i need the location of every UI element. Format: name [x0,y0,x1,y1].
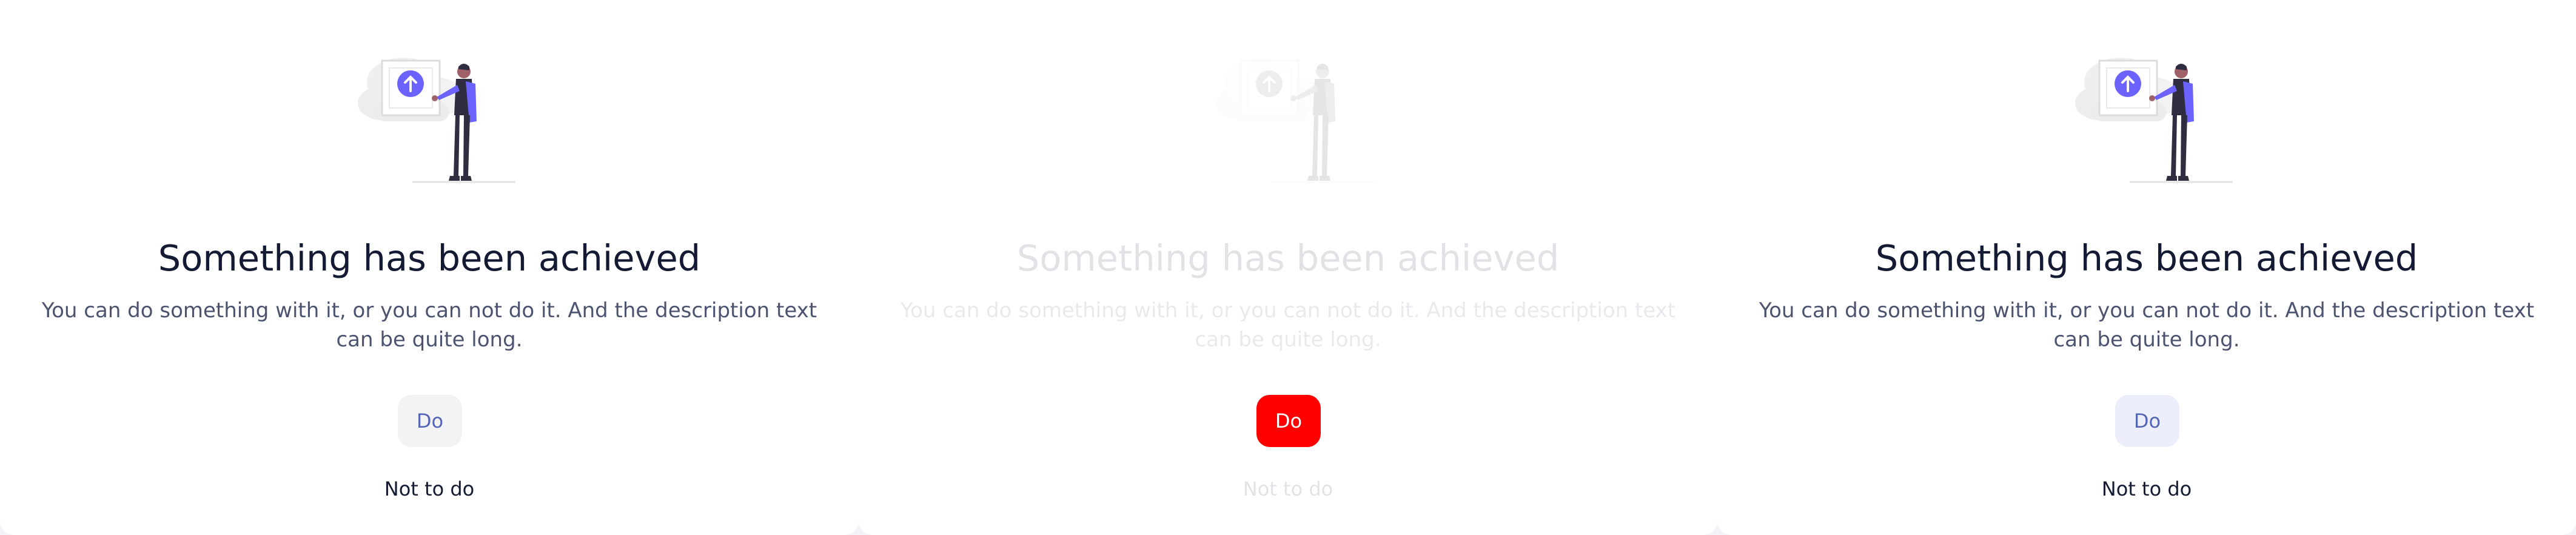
panel-title: Something has been achieved [1016,237,1560,279]
not-to-do-link[interactable]: Not to do [0,477,859,501]
upload-person-illustration [1216,58,1374,183]
empty-state-panel-disabled: Something has been achieved You can do s… [859,0,1717,535]
arrow-up-circle-icon [397,70,424,97]
do-button[interactable]: Do [2115,395,2179,447]
panel-description: You can do something with it, or you can… [1759,298,2535,352]
arrow-up-circle-icon [1256,70,1283,97]
panel-title: Something has been achieved [1875,237,2418,279]
do-button[interactable]: Do [1256,395,1321,447]
panels-container: Something has been achieved You can do s… [0,0,2576,535]
panel-description: You can do something with it, or you can… [900,298,1676,352]
not-to-do-link[interactable]: Not to do [859,477,1717,501]
panel-description: You can do something with it, or you can… [41,298,817,352]
not-to-do-link[interactable]: Not to do [1717,477,2576,501]
arrow-up-circle-icon [2115,70,2141,97]
upload-person-illustration [2075,58,2233,183]
do-button[interactable]: Do [398,395,462,447]
panel-title: Something has been achieved [158,237,701,279]
empty-state-panel-hover: Something has been achieved You can do s… [1717,0,2576,535]
empty-state-panel-default: Something has been achieved You can do s… [0,0,859,535]
upload-person-illustration [358,58,515,183]
